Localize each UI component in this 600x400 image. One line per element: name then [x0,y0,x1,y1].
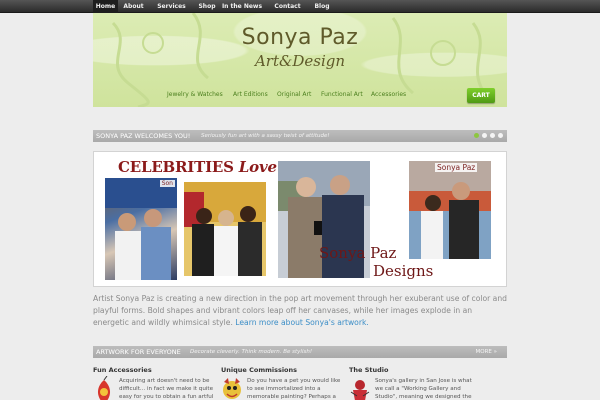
nav-blog[interactable]: Blog [309,0,335,13]
nav-contact[interactable]: Contact [271,0,304,13]
studio-thumbnail[interactable] [349,376,371,400]
logo-subtitle[interactable]: Art&Design [93,52,507,70]
column-text-1: Acquiring art doesn't need to be difficu… [119,378,214,400]
photo-badge-4: Sonya Paz [435,163,478,172]
nav-about[interactable]: About [119,0,148,13]
column-the-studio: The Studio Sonya's gallery in San Jose i… [349,366,472,400]
column-title-2[interactable]: Unique Commissions [221,366,343,374]
cat-jewelry-watches[interactable]: Jewelry & Watches [167,91,223,98]
nav-services[interactable]: Services [153,0,190,13]
photo-badge-1: Son [159,180,175,187]
more-link[interactable]: MORE » [476,349,497,355]
commission-thumbnail[interactable] [221,376,243,400]
photo-figures-4 [409,161,491,259]
welcome-tagline: Seriously fun art with a sassy twist of … [201,133,330,139]
welcome-title: SONYA PAZ WELCOMES YOU! [96,132,191,140]
slider-dot-1[interactable] [474,133,479,138]
photo-figures-1 [105,178,177,280]
artwork-bar: ARTWORK FOR EVERYONE Decorate cleverly. … [93,346,507,358]
column-title-3[interactable]: The Studio [349,366,471,374]
artwork-title: ARTWORK FOR EVERYONE [96,348,181,356]
logo-title[interactable]: Sonya Paz [93,25,507,50]
column-title-1[interactable]: Fun Accessories [93,366,215,374]
designs-line-2: Designs [373,262,434,280]
cat-accessories[interactable]: Accessories [371,91,406,98]
slide-heading: CELEBRITIES Love... [118,158,292,176]
cart-button[interactable]: CART [467,88,495,103]
slide-heading-a: CELEBRITIES [118,158,234,176]
slider-dot-2[interactable] [482,133,487,138]
learn-more-link[interactable]: Learn more about Sonya's artwork. [235,318,368,327]
artwork-tagline: Decorate cleverly. Think modern. Be styl… [190,349,313,355]
cat-functional-art[interactable]: Functional Art [321,91,363,98]
slider-dot-3[interactable] [490,133,495,138]
site-header: Sonya Paz Art&Design Jewelry & Watches A… [93,13,507,107]
photo-figures-2 [184,182,266,276]
celebrity-photo-4[interactable]: Sonya Paz [409,161,491,259]
column-text-3: Sonya's gallery in San Jose is what we c… [375,378,472,400]
nav-home[interactable]: Home [93,0,118,13]
celebrity-photo-2[interactable] [184,182,266,276]
column-unique-commissions: Unique Commissions Do you have a pet you… [221,366,343,400]
celebrity-photo-1[interactable]: Son [105,178,177,280]
top-navigation: Home About Services Shop In the News Con… [0,0,600,13]
featured-slide[interactable]: CELEBRITIES Love... Son Sonya Paz Design… [93,151,507,287]
nav-in-the-news[interactable]: In the News [221,0,263,13]
accessory-thumbnail[interactable] [93,376,115,400]
slider-dot-4[interactable] [498,133,503,138]
nav-shop[interactable]: Shop [194,0,220,13]
column-fun-accessories: Fun Accessories Acquiring art doesn't ne… [93,366,215,400]
welcome-bar: SONYA PAZ WELCOMES YOU! Seriously fun ar… [93,130,507,142]
cat-art-editions[interactable]: Art Editions [233,91,268,98]
intro-paragraph: Artist Sonya Paz is creating a new direc… [93,293,507,329]
column-text-2: Do you have a pet you would like to see … [247,378,341,400]
cat-original-art[interactable]: Original Art [277,91,311,98]
